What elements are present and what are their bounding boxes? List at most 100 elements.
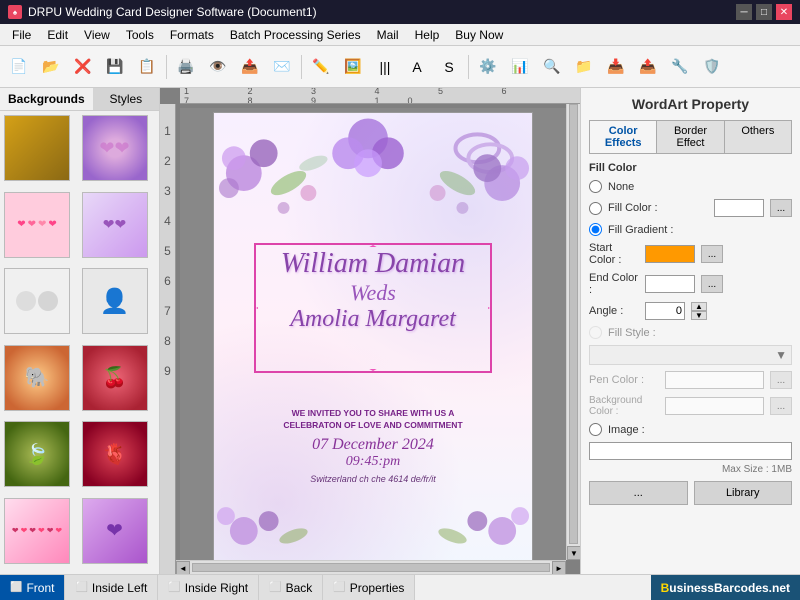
thumbnail-4[interactable]: ❤❤ [82,192,148,258]
save-button[interactable]: 💾 [100,52,130,82]
fill-color-picker-btn[interactable]: ... [770,199,792,217]
tab-others[interactable]: Others [725,121,791,153]
print-button[interactable]: 🖨️ [171,52,201,82]
menu-buynow[interactable]: Buy Now [447,26,511,44]
export-button[interactable]: 📤 [235,52,265,82]
status-tab-inside-right[interactable]: ⬜ Inside Right [158,575,259,600]
tab-color-effects[interactable]: Color Effects [590,121,657,153]
thumbnail-10[interactable]: 🫀 [82,421,148,487]
radio-image[interactable] [589,423,602,436]
card-weds-text: Weds [224,280,522,306]
scroll-down-arrow[interactable]: ▼ [567,546,580,560]
barcode-button[interactable]: ||| [370,52,400,82]
email-button[interactable]: ✉️ [267,52,297,82]
image-url-input[interactable] [589,442,792,460]
tb-btn-5[interactable]: 📥 [601,52,631,82]
card-body-text: WE INVITED YOU TO SHARE WITH US A CELEBR… [224,408,522,484]
saveas-button[interactable]: 📋 [132,52,162,82]
open-button[interactable]: 📂 [36,52,66,82]
status-tab-inside-left[interactable]: ⬜ Inside Left [65,575,158,600]
menu-help[interactable]: Help [407,26,448,44]
status-tab-inside-left-label: Inside Left [92,581,147,595]
bg-color-swatch[interactable] [665,397,764,415]
radio-none-row: None [589,180,792,193]
status-tab-front[interactable]: ⬜ Front [0,575,65,600]
radio-fill-gradient[interactable] [589,223,602,236]
minimize-button[interactable]: ─ [736,4,752,20]
status-tab-back[interactable]: ⬜ Back [259,575,323,600]
menu-tools[interactable]: Tools [118,26,162,44]
radio-none[interactable] [589,180,602,193]
tb-btn-3[interactable]: 🔍 [537,52,567,82]
menu-view[interactable]: View [76,26,118,44]
tb-btn-1[interactable]: ⚙️ [473,52,503,82]
status-tab-inside-right-label: Inside Right [185,581,248,595]
radio-gradient-row: Fill Gradient : [589,223,792,236]
start-color-row: Start Color : ... [589,242,792,266]
canvas-scrollbar-vertical[interactable]: ▲ ▼ [566,88,580,560]
tab-styles[interactable]: Styles [93,88,159,110]
maximize-button[interactable]: □ [756,4,772,20]
scroll-left-arrow[interactable]: ◄ [176,561,190,574]
app-icon: ♠ [8,5,22,19]
menu-mail[interactable]: Mail [369,26,407,44]
property-tabs: Color Effects Border Effect Others [589,120,792,154]
thumbnail-2[interactable]: ❤❤ [82,115,148,181]
pencil-button[interactable]: ✏️ [306,52,336,82]
tb-btn-2[interactable]: 📊 [505,52,535,82]
angle-input[interactable] [645,302,685,320]
scroll-right-arrow[interactable]: ► [552,561,566,574]
fill-color-swatch[interactable] [714,199,764,217]
menu-file[interactable]: File [4,26,39,44]
scroll-thumb-h[interactable] [192,563,550,572]
end-color-label: End Color : [589,272,639,296]
thumbnail-12[interactable]: ❤ [82,498,148,564]
thumbnail-7[interactable]: 🐘 [4,345,70,411]
tb-btn-4[interactable]: 📁 [569,52,599,82]
menu-edit[interactable]: Edit [39,26,76,44]
preview-button[interactable]: 👁️ [203,52,233,82]
tb-btn-8[interactable]: 🛡️ [697,52,727,82]
fill-section-title: Fill Color [589,162,792,174]
titlebar-controls[interactable]: ─ □ ✕ [736,4,792,20]
pen-color-picker-btn[interactable]: ... [770,371,792,389]
radio-fill-color[interactable] [589,202,602,215]
tb-btn-6[interactable]: 📤 [633,52,663,82]
new-button[interactable]: 📄 [4,52,34,82]
thumbnail-9[interactable]: 🍃 [4,421,70,487]
thumbnail-3[interactable]: ❤❤❤❤ [4,192,70,258]
close-doc-button[interactable]: ❌ [68,52,98,82]
menu-batch-processing[interactable]: Batch Processing Series [222,26,369,44]
tab-border-effect[interactable]: Border Effect [657,121,724,153]
library-button[interactable]: Library [694,481,793,505]
radio-fill-style[interactable] [589,326,602,339]
status-tab-properties[interactable]: ⬜ Properties [323,575,415,600]
canvas-scrollbar-horizontal[interactable]: ◄ ► [176,560,566,574]
menu-formats[interactable]: Formats [162,26,222,44]
angle-increment-btn[interactable]: ▲ [691,302,707,311]
angle-decrement-btn[interactable]: ▼ [691,311,707,320]
end-color-row: End Color : ... [589,272,792,296]
scroll-thumb-v[interactable] [569,104,578,544]
thumbnail-8[interactable]: 🍒 [82,345,148,411]
dots-button[interactable]: ... [589,481,688,505]
close-button[interactable]: ✕ [776,4,792,20]
wordart-button[interactable]: S [434,52,464,82]
thumbnail-6[interactable]: 👤 [82,268,148,334]
pen-color-swatch[interactable] [665,371,764,389]
start-color-swatch[interactable] [645,245,695,263]
bg-color-picker-btn[interactable]: ... [770,397,792,415]
panel-title: WordArt Property [589,96,792,112]
start-color-picker-btn[interactable]: ... [701,245,723,263]
end-color-swatch[interactable] [645,275,695,293]
text-button[interactable]: A [402,52,432,82]
thumbnail-5[interactable] [4,268,70,334]
end-color-picker-btn[interactable]: ... [701,275,723,293]
tb-btn-7[interactable]: 🔧 [665,52,695,82]
thumbnail-1[interactable] [4,115,70,181]
left-panel: Backgrounds Styles ❤❤ ❤❤❤❤ ❤❤ 👤 🐘 🍒 🍃 � [0,88,160,574]
thumbnail-11[interactable]: ❤❤❤ ❤❤❤ [4,498,70,564]
image-button[interactable]: 🖼️ [338,52,368,82]
fill-style-dropdown[interactable]: ▼ [589,345,792,365]
tab-backgrounds[interactable]: Backgrounds [0,88,93,110]
